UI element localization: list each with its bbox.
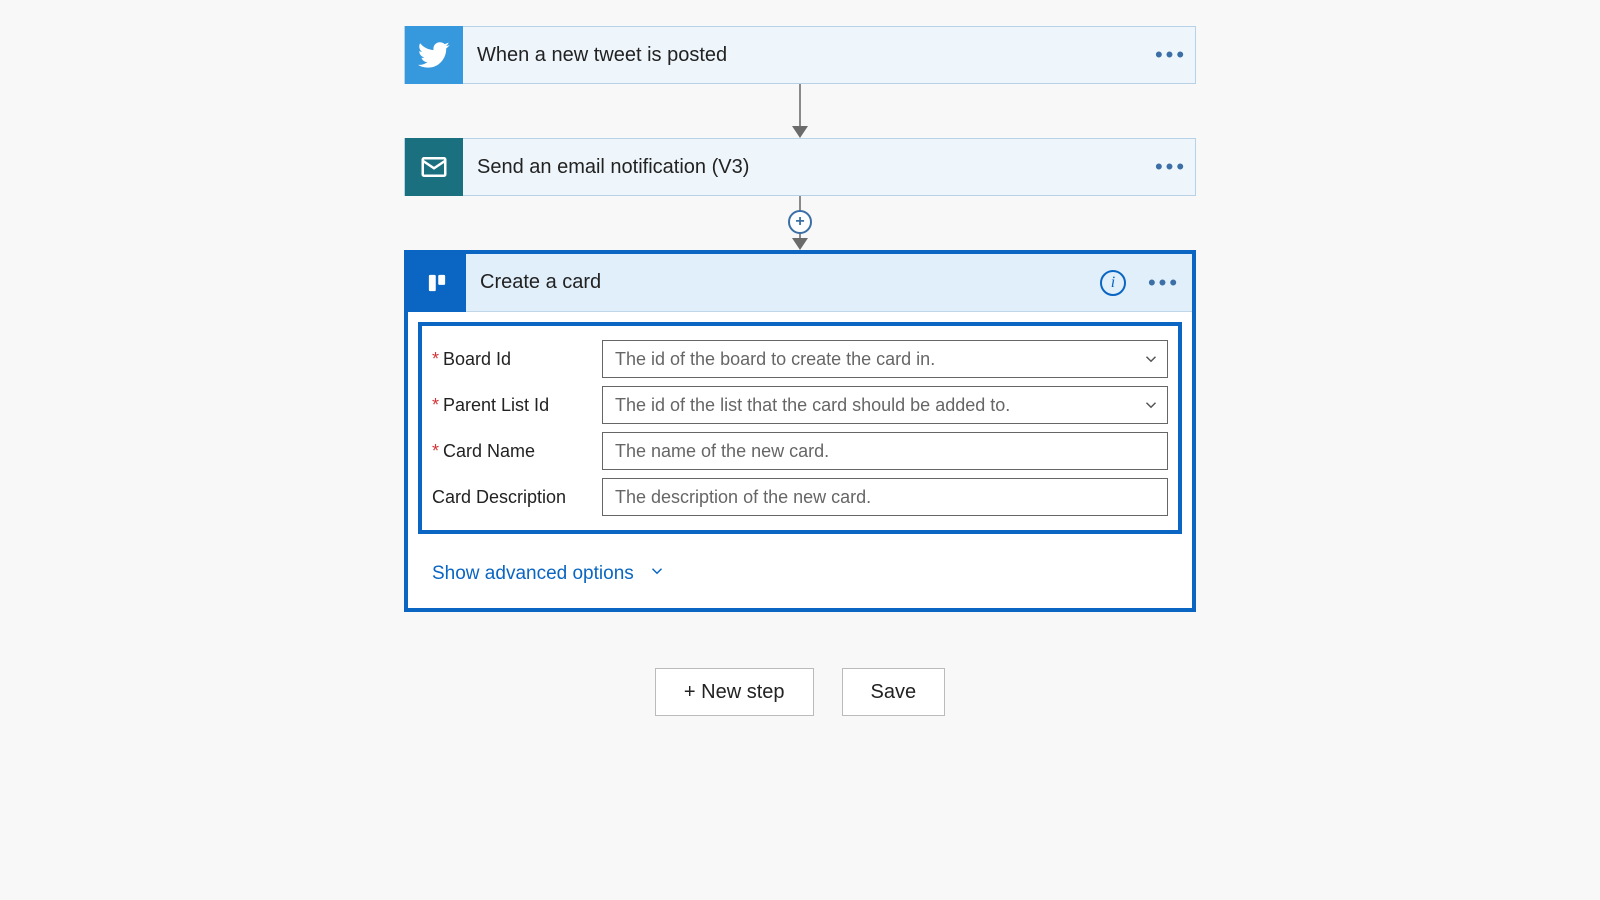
step-header[interactable]: Create a card i ••• [408,254,1192,312]
form-parameters: *Board Id *Parent List Id *Card Name [418,322,1182,534]
trello-icon [408,254,466,312]
field-card-name: *Card Name [432,432,1168,470]
board-id-input[interactable] [602,340,1168,378]
card-name-input[interactable] [602,432,1168,470]
required-star: * [432,349,439,370]
footer-actions: + New step Save [655,668,945,716]
more-icon[interactable]: ••• [1140,270,1188,296]
twitter-icon [405,26,463,84]
flow-connector [792,84,808,138]
field-parent-list-id: *Parent List Id [432,386,1168,424]
card-description-input[interactable] [602,478,1168,516]
field-label: *Board Id [432,349,602,370]
flow-step-trello: Create a card i ••• *Board Id *Parent Li… [404,250,1196,612]
more-icon[interactable]: ••• [1147,154,1195,180]
chevron-down-icon [648,562,666,586]
mail-icon [405,138,463,196]
required-star: * [432,441,439,462]
field-card-description: Card Description [432,478,1168,516]
save-button[interactable]: Save [842,668,946,716]
step-title: When a new tweet is posted [463,44,1147,67]
more-icon[interactable]: ••• [1147,42,1195,68]
field-label: *Card Name [432,441,602,462]
flow-connector: + [792,196,808,250]
new-step-button[interactable]: + New step [655,668,814,716]
field-label: Card Description [432,487,602,508]
parent-list-id-input[interactable] [602,386,1168,424]
step-title: Create a card [466,271,1100,294]
step-title: Send an email notification (V3) [463,156,1147,179]
field-board-id: *Board Id [432,340,1168,378]
field-label: *Parent List Id [432,395,602,416]
show-advanced-options[interactable]: Show advanced options [408,544,1192,608]
flow-step-email[interactable]: Send an email notification (V3) ••• [404,138,1196,196]
required-star: * [432,395,439,416]
info-icon[interactable]: i [1100,270,1126,296]
flow-step-trigger[interactable]: When a new tweet is posted ••• [404,26,1196,84]
add-step-button[interactable]: + [788,210,812,234]
